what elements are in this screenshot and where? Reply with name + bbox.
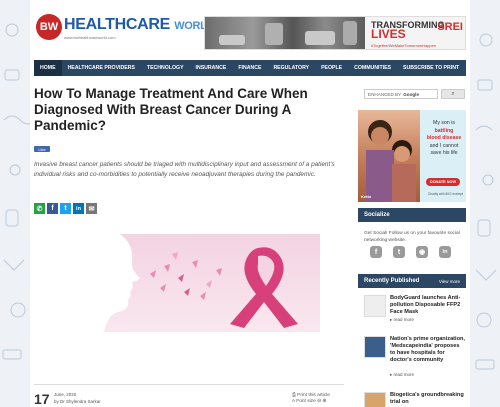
ad-brand: Ketto (361, 194, 372, 199)
rss-icon[interactable]: ◉ (416, 246, 428, 258)
date-month: June, 2020 (54, 392, 77, 397)
banner-brand-logo: SREI (437, 21, 463, 33)
list-item[interactable]: Biogetica's groundbreaking trial on (364, 392, 466, 407)
socialize-heading: Socialize (358, 208, 466, 222)
date-day: 17 (34, 391, 50, 407)
search-icon: ⌕ (451, 90, 455, 97)
social-icons: f t ◉ in (370, 246, 451, 258)
recent-thumbnail (364, 392, 386, 407)
ad-line5: save his life (430, 150, 458, 156)
font-size-label: Font size (296, 399, 316, 404)
twitter-icon[interactable]: t (393, 246, 405, 258)
search-placeholder: ENHANCED BY (368, 91, 402, 97)
google-brand: Google (403, 91, 420, 97)
recent-heading: Recently Published View more (358, 274, 466, 288)
twitter-icon[interactable]: t (60, 203, 71, 214)
search-button[interactable]: ⌕ (441, 89, 465, 99)
linkedin-icon[interactable]: in (73, 203, 84, 214)
article-summary: Invasive breast cancer patients should b… (34, 161, 335, 178)
nav-item-subscribe[interactable]: SUBSCRIBE TO PRINT (397, 60, 465, 76)
share-bar: ✆ f t in ✉ (34, 203, 97, 214)
socialize-title: Socialize (364, 212, 390, 218)
nav-item-communities[interactable]: COMMUNITIES (348, 60, 397, 76)
article-title: How To Manage Treatment And Care When Di… (34, 86, 308, 133)
site-header: BW HEALTHCARE WORLD www.bwhealthcareworl… (30, 0, 470, 58)
nav-item-healthcare-providers[interactable]: HEALTHCARE PROVIDERS (62, 60, 141, 76)
banner-title: TRANSFORMING LIVES (371, 21, 445, 41)
site-logo[interactable]: BW HEALTHCARE WORLD www.bwhealthcareworl… (36, 14, 215, 44)
recent-item-title[interactable]: Nation's prime organization, 'Medscapein… (390, 336, 466, 364)
sidebar-ad[interactable]: My son is battling blood disease and I c… (358, 110, 466, 202)
email-icon[interactable]: ✉ (86, 203, 97, 214)
facebook-like-button[interactable]: Like (34, 146, 50, 152)
nav-item-home[interactable]: HOME (34, 60, 62, 76)
recent-item-title[interactable]: Biogetica's groundbreaking trial on (390, 392, 466, 406)
pink-ribbon-illustration (60, 234, 298, 332)
socialize-text: Get Social! Follow us on your favourite … (364, 231, 460, 243)
article-hero-image (60, 234, 320, 332)
print-label: Print this article (297, 393, 330, 398)
ad-line1: My son is (433, 120, 455, 126)
read-more-link[interactable]: ▸ read more (390, 317, 414, 323)
banner-image (205, 17, 365, 49)
recent-title: Recently Published (364, 278, 420, 284)
author-link[interactable]: by Dr Shylendra Sarkar (54, 399, 101, 404)
facebook-icon[interactable]: f (47, 203, 58, 214)
ad-line3: blood disease (426, 135, 462, 141)
page-container: BW HEALTHCARE WORLD www.bwhealthcareworl… (30, 0, 470, 407)
ad-footer: Charity with 80G exempt (428, 192, 463, 196)
ad-line2: battling (434, 127, 454, 134)
font-size-control[interactable]: A Font size ⊖ ⊕ (292, 399, 326, 404)
article-meta: 17 June, 2020 by Dr Shylendra Sarkar ⎙ P… (34, 384, 344, 407)
banner-hashtag: #TogetherWeMakeTomorrowHappen (371, 43, 437, 48)
list-item[interactable]: Nation's prime organization, 'Medscapein… (364, 336, 466, 377)
nav-item-people[interactable]: PEOPLE (315, 60, 348, 76)
donate-now-button[interactable]: DONATE NOW (426, 178, 460, 186)
ad-photo (358, 110, 420, 202)
main-nav: HOME HEALTHCARE PROVIDERS TECHNOLOGY INS… (34, 60, 466, 76)
read-more-link[interactable]: ▸ read more (390, 372, 414, 378)
logo-tagline: www.bwhealthcareworld.com (64, 35, 116, 40)
header-ad-banner[interactable]: TRANSFORMING LIVES #TogetherWeMakeTomorr… (204, 16, 466, 50)
view-more-link[interactable]: View more (439, 279, 460, 284)
nav-item-insurance[interactable]: INSURANCE (190, 60, 233, 76)
logo-text: HEALTHCARE WORLD (64, 16, 215, 34)
whatsapp-icon[interactable]: ✆ (34, 203, 45, 214)
facebook-icon[interactable]: f (370, 246, 382, 258)
recent-thumbnail (364, 336, 386, 358)
print-article-link[interactable]: ⎙ Print this article (292, 392, 330, 398)
logo-name: HEALTHCARE (64, 16, 171, 33)
nav-item-technology[interactable]: TECHNOLOGY (141, 60, 190, 76)
ad-text: My son is battling blood disease and I c… (424, 120, 464, 158)
ad-line4: and I cannot (429, 142, 459, 149)
recent-item-title[interactable]: BodyGuard launches Anti-pollution Dispos… (390, 295, 466, 316)
recent-thumbnail (364, 295, 386, 317)
nav-item-regulatory[interactable]: REGULATORY (267, 60, 315, 76)
logo-badge: BW (36, 14, 62, 40)
linkedin-icon[interactable]: in (439, 246, 451, 258)
banner-title-line2: LIVES (371, 27, 406, 41)
nav-item-finance[interactable]: FINANCE (232, 60, 267, 76)
search-input[interactable]: ENHANCED BY Google (364, 89, 438, 99)
list-item[interactable]: BodyGuard launches Anti-pollution Dispos… (364, 295, 466, 325)
